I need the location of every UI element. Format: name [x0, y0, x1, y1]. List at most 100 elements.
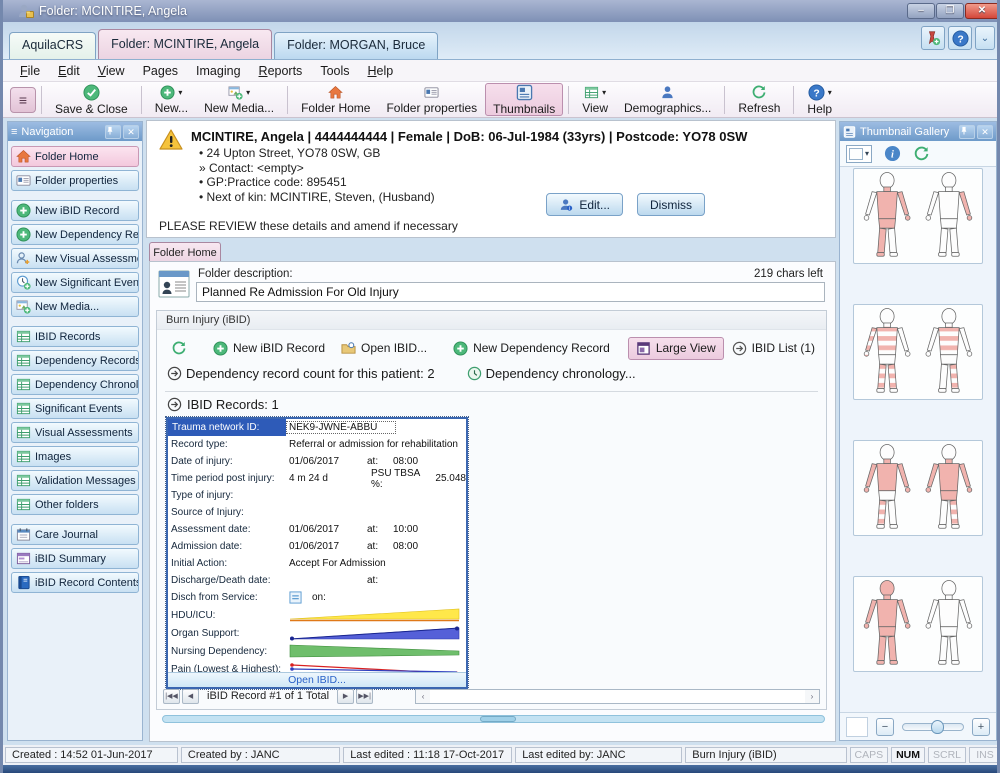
sidebar-item-dependency-chronology[interactable]: Dependency Chronology — [11, 374, 139, 395]
zoom-slider-knob[interactable] — [931, 720, 944, 734]
body-map-thumbnail-4[interactable] — [853, 576, 983, 672]
ibid-records-link[interactable]: IBID Records: 1 — [167, 397, 279, 412]
tab-folder-home[interactable]: Folder Home — [149, 242, 221, 262]
sidebar-item-new-media[interactable]: New Media... — [11, 296, 139, 317]
panel-horizontal-scrollbar[interactable] — [162, 715, 825, 723]
sidebar-item-new-significant-event[interactable]: New Significant Event — [11, 272, 139, 293]
thumbnails-button[interactable]: Thumbnails — [485, 83, 563, 116]
sidebar-item-label: Validation Messages — [35, 475, 136, 487]
close-button[interactable]: ✕ — [965, 3, 999, 19]
record-scrollbar[interactable]: ‹ › — [415, 689, 820, 704]
menu-help[interactable]: Help — [359, 62, 403, 80]
tab-aquilacrs[interactable]: AquilaCRS — [9, 32, 96, 59]
sidebar-item-ibid-summary[interactable]: iBID Summary — [11, 548, 139, 569]
new-ibid-record-button[interactable]: New iBID Record — [205, 337, 333, 360]
new-button[interactable]: ▾New... — [147, 83, 196, 116]
record-field-hdu-icu: HDU/ICU: — [168, 606, 466, 624]
sidebar-item-new-ibid-record[interactable]: New iBID Record — [11, 200, 139, 221]
sidebar-item-care-journal[interactable]: Care Journal — [11, 524, 139, 545]
dependency-chronology-link[interactable]: Dependency chronology... — [467, 366, 636, 381]
prev-record-button[interactable]: ◀ — [182, 689, 199, 704]
panel-menu-icon[interactable]: ≡ — [11, 126, 17, 138]
help-button[interactable]: ?▾Help — [799, 83, 840, 116]
ibid-list-1-button[interactable]: IBID List (1) — [724, 337, 823, 360]
extra-label: PSU TBSA %: — [371, 468, 429, 490]
body-map-thumbnail-1[interactable] — [853, 168, 983, 264]
sidebar-item-significant-events[interactable]: Significant Events — [11, 398, 139, 419]
next-record-button[interactable]: ▶ — [337, 689, 354, 704]
save-close-button[interactable]: Save & Close — [47, 83, 136, 116]
sidebar-item-folder-properties[interactable]: Folder properties — [11, 170, 139, 191]
tab-folder-morgan-bruce[interactable]: Folder: MORGAN, Bruce — [274, 32, 438, 59]
menu-tools[interactable]: Tools — [311, 62, 358, 80]
thumbnail-style-dropdown[interactable]: ▾ — [846, 145, 872, 163]
info-icon[interactable]: i — [884, 145, 901, 162]
help-button[interactable]: ? — [948, 26, 972, 50]
body-map-thumbnail-2[interactable] — [853, 304, 983, 400]
zoom-slider[interactable] — [902, 723, 964, 731]
scroll-right-icon[interactable]: › — [805, 692, 819, 701]
menu-pages[interactable]: Pages — [134, 62, 187, 80]
add-bookmark-button[interactable] — [921, 26, 945, 50]
scrollbar-thumb[interactable] — [480, 716, 516, 722]
folder-description-input[interactable] — [196, 282, 825, 302]
zoom-out-button[interactable]: − — [876, 718, 894, 736]
first-record-button[interactable]: |◀◀ — [163, 689, 180, 704]
large-view-button[interactable]: Large View — [628, 337, 724, 360]
scroll-left-icon[interactable]: ‹ — [416, 692, 430, 701]
zoom-in-button[interactable]: + — [972, 718, 990, 736]
center-column: MCINTIRE, Angela | 4444444444 | Female |… — [146, 118, 836, 745]
close-panel-icon[interactable]: ✕ — [123, 125, 139, 139]
toolbar-menu-button[interactable]: ≡ — [10, 87, 36, 113]
maximize-button[interactable]: ❐ — [936, 3, 964, 19]
sidebar-item-folder-home[interactable]: Folder Home — [11, 146, 139, 167]
review-note: PLEASE REVIEW these details and amend if… — [159, 219, 458, 233]
arrow-circle-icon — [167, 366, 182, 381]
refresh-button[interactable]: Refresh — [730, 83, 788, 116]
sidebar-item-label: iBID Summary — [35, 553, 106, 565]
menu-file[interactable]: File — [11, 62, 49, 80]
patient-folder-icon — [18, 3, 34, 19]
indicator-num: NUM — [891, 747, 925, 763]
view-button[interactable]: ▾View — [574, 83, 616, 116]
tab-folder-mcintire-angela[interactable]: Folder: MCINTIRE, Angela — [98, 29, 272, 59]
sidebar-item-images[interactable]: Images — [11, 446, 139, 467]
body-map-thumbnail-3[interactable] — [853, 440, 983, 536]
new-media-button[interactable]: ▾New Media... — [196, 83, 282, 116]
sidebar-item-ibid-records[interactable]: IBID Records — [11, 326, 139, 347]
dismiss-button[interactable]: Dismiss — [637, 193, 705, 216]
menu-view[interactable]: View — [89, 62, 134, 80]
close-panel-icon[interactable]: ✕ — [977, 125, 993, 139]
record-field-disch-from-service: Disch from Service:on: — [168, 589, 466, 606]
refresh-icon[interactable] — [913, 145, 930, 162]
folder-home-button[interactable]: Folder Home — [293, 83, 378, 116]
status-created: Created : 14:52 01-Jun-2017 — [5, 747, 178, 763]
menu-reports[interactable]: Reports — [250, 62, 312, 80]
sidebar-item-new-dependency-record[interactable]: New Dependency Record — [11, 224, 139, 245]
sidebar-item-ibid-record-contents[interactable]: iBID Record Contents — [11, 572, 139, 593]
sidebar-item-dependency-records[interactable]: Dependency Records — [11, 350, 139, 371]
dependency-count-link[interactable]: Dependency record count for this patient… — [167, 366, 435, 381]
pin-icon[interactable] — [105, 125, 121, 139]
edit-button[interactable]: i Edit... — [546, 193, 623, 216]
last-record-button[interactable]: ▶▶| — [356, 689, 373, 704]
body-map-image — [857, 172, 979, 260]
refresh-button[interactable] — [163, 336, 195, 360]
pin-icon[interactable] — [959, 125, 975, 139]
open-ibid-button[interactable]: Open IBID... — [333, 337, 435, 360]
minimize-button[interactable]: – — [907, 3, 935, 19]
open-ibid-button[interactable]: Open IBID... — [168, 672, 466, 687]
sidebar-item-visual-assessments[interactable]: Visual Assessments — [11, 422, 139, 443]
ibid-record-card[interactable]: Trauma network ID:NEK9-JWNE-ABBURecord t… — [166, 417, 468, 689]
sidebar-item-validation-messages[interactable]: Validation Messages — [11, 470, 139, 491]
sidebar-item-other-folders[interactable]: Other folders — [11, 494, 139, 515]
menu-imaging[interactable]: Imaging — [187, 62, 249, 80]
checkbox-icon[interactable] — [289, 591, 302, 604]
summary-icon — [16, 551, 31, 566]
sidebar-item-new-visual-assessment[interactable]: New Visual Assessment — [11, 248, 139, 269]
demographics-button[interactable]: Demographics... — [616, 83, 719, 116]
expand-options-button[interactable]: ⌄ — [975, 26, 995, 50]
new-dependency-record-button[interactable]: New Dependency Record — [445, 337, 618, 360]
folder-properties-button[interactable]: Folder properties — [378, 83, 485, 116]
menu-edit[interactable]: Edit — [49, 62, 89, 80]
